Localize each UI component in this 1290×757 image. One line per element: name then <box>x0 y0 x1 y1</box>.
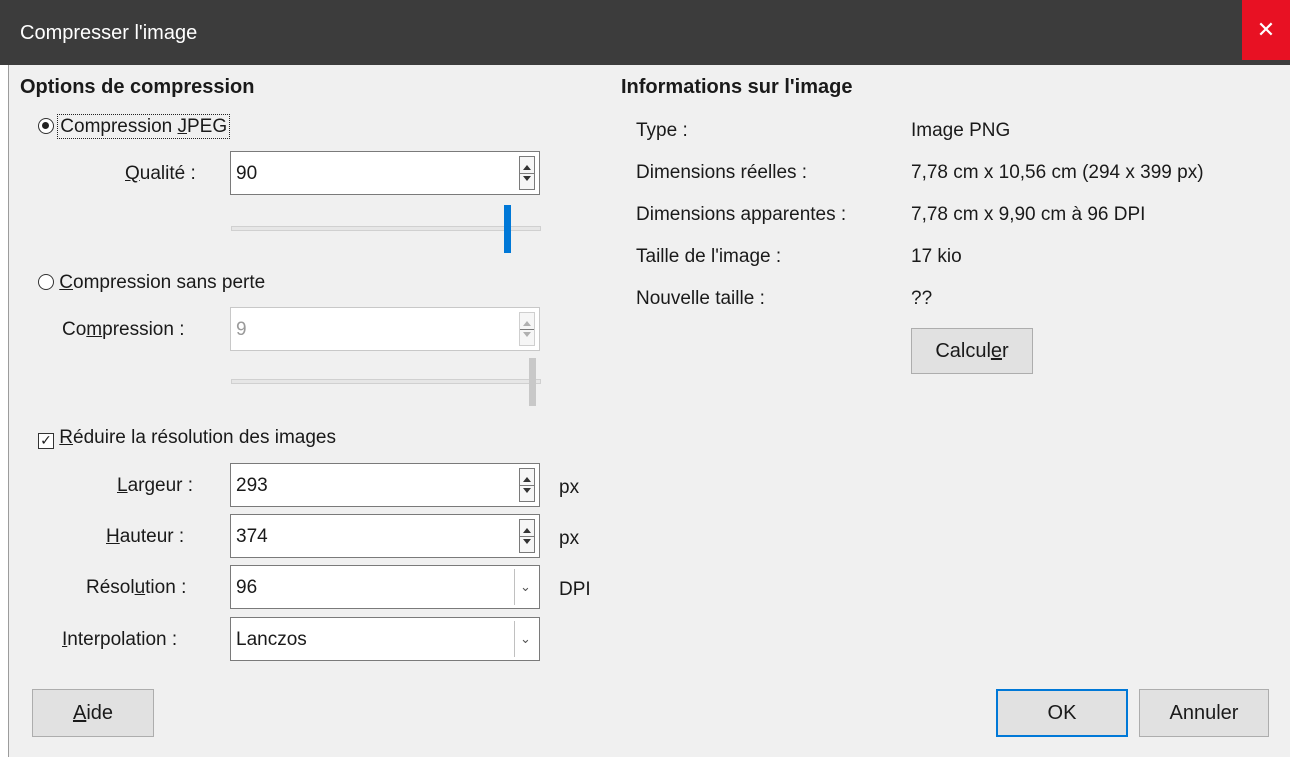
ok-button-label: OK <box>1047 701 1077 724</box>
real-dimensions-label: Dimensions réelles : <box>636 162 808 183</box>
apparent-dimensions-label: Dimensions apparentes : <box>636 204 847 225</box>
reduce-resolution-label: Réduire la résolution des images <box>59 427 337 448</box>
image-size-value: 17 kio <box>911 246 962 267</box>
compression-level-label: Compression : <box>62 319 185 340</box>
compression-level-slider-track <box>231 379 541 384</box>
cancel-button[interactable]: Annuler <box>1139 689 1269 737</box>
compression-level-spinbox: 9 <box>230 307 540 351</box>
new-size-value: ?? <box>911 288 933 309</box>
resolution-value: 96 <box>236 577 258 598</box>
real-dimensions-value: 7,78 cm x 10,56 cm (294 x 399 px) <box>911 162 1204 183</box>
jpeg-compression-label: Compression JPEG <box>57 114 231 139</box>
compression-level-value: 9 <box>236 319 247 340</box>
image-size-label: Taille de l'image : <box>636 246 782 267</box>
height-spinbox[interactable]: 374 <box>230 514 540 558</box>
height-unit: px <box>559 528 580 549</box>
lossless-compression-label: Compression sans perte <box>59 272 266 293</box>
title-bar: Compresser l'image ✕ <box>0 0 1290 65</box>
new-size-label: Nouvelle taille : <box>636 288 765 309</box>
close-button[interactable]: ✕ <box>1242 0 1290 60</box>
type-value: Image PNG <box>911 120 1011 141</box>
width-value: 293 <box>236 475 268 496</box>
resolution-label: Résolution : <box>86 577 187 598</box>
height-value: 374 <box>236 526 268 547</box>
dialog-body: Options de compression Compression JPEG … <box>8 65 1290 757</box>
image-info-heading: Informations sur l'image <box>621 76 853 98</box>
spin-arrows-icon[interactable] <box>519 519 535 553</box>
help-button[interactable]: Aide <box>32 689 154 737</box>
close-icon: ✕ <box>1256 17 1276 42</box>
spin-arrows-icon <box>519 312 535 346</box>
help-button-label: Aide <box>72 701 114 724</box>
width-label: Largeur : <box>117 475 194 496</box>
ok-button[interactable]: OK <box>996 689 1128 737</box>
spin-arrows-icon[interactable] <box>519 156 535 190</box>
checkmark-icon: ✓ <box>38 433 54 449</box>
cancel-button-label: Annuler <box>1169 701 1239 724</box>
resolution-combobox[interactable]: 96 ⌄ <box>230 565 540 609</box>
quality-slider-track <box>231 226 541 231</box>
quality-label: Qualité : <box>125 163 196 184</box>
type-label: Type : <box>636 120 688 141</box>
calculate-button-label: Calculer <box>935 339 1009 362</box>
quality-value: 90 <box>236 163 258 184</box>
chevron-down-icon[interactable]: ⌄ <box>514 569 536 605</box>
quality-slider-thumb[interactable] <box>504 205 511 253</box>
compression-options-heading: Options de compression <box>20 76 255 98</box>
apparent-dimensions-value: 7,78 cm x 9,90 cm à 96 DPI <box>911 204 1146 225</box>
quality-spinbox[interactable]: 90 <box>230 151 540 195</box>
window-title: Compresser l'image <box>20 22 198 44</box>
calculate-button[interactable]: Calculer <box>911 328 1033 374</box>
chevron-down-icon[interactable]: ⌄ <box>514 621 536 657</box>
height-label: Hauteur : <box>106 526 185 547</box>
radio-unselected-icon <box>38 274 54 290</box>
jpeg-compression-radio[interactable]: Compression JPEG <box>38 114 231 139</box>
interpolation-combobox[interactable]: Lanczos ⌄ <box>230 617 540 661</box>
reduce-resolution-checkbox[interactable]: ✓ Réduire la résolution des images <box>38 427 336 449</box>
interpolation-value: Lanczos <box>236 629 307 650</box>
resolution-unit: DPI <box>559 579 591 600</box>
interpolation-label: Interpolation : <box>62 629 178 650</box>
spin-arrows-icon[interactable] <box>519 468 535 502</box>
compression-level-slider-thumb <box>529 358 536 406</box>
width-unit: px <box>559 477 580 498</box>
width-spinbox[interactable]: 293 <box>230 463 540 507</box>
radio-selected-icon <box>38 118 54 134</box>
lossless-compression-radio[interactable]: Compression sans perte <box>38 272 265 294</box>
